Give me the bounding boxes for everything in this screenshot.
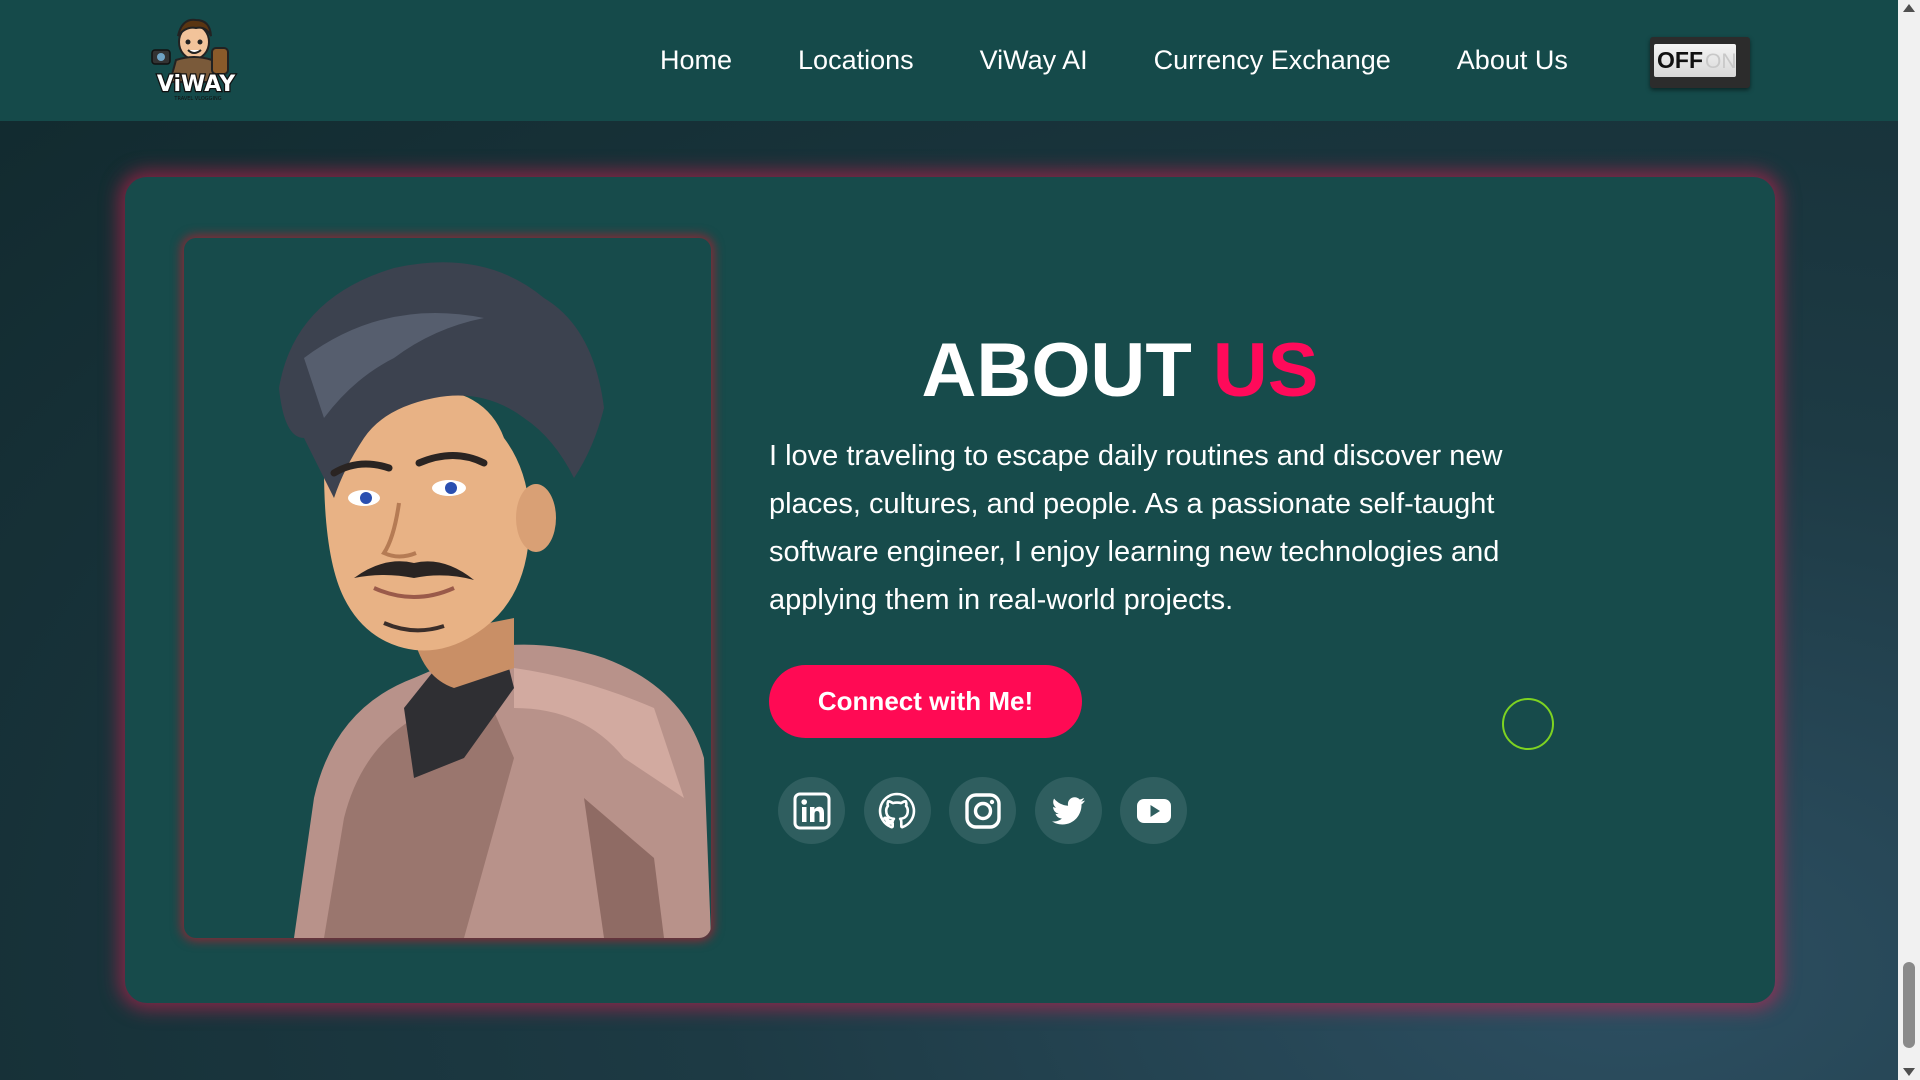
nav-locations[interactable]: Locations bbox=[798, 45, 914, 76]
nav-home[interactable]: Home bbox=[660, 45, 732, 76]
nav-currency-exchange[interactable]: Currency Exchange bbox=[1154, 45, 1391, 76]
toggle-on-label: ON bbox=[1705, 50, 1736, 73]
instagram-icon bbox=[964, 792, 1001, 829]
instagram-button[interactable] bbox=[949, 777, 1016, 844]
scroll-thumb[interactable] bbox=[1903, 962, 1915, 1048]
svg-text:TRAVEL VLOGGING: TRAVEL VLOGGING bbox=[173, 96, 221, 102]
youtube-icon bbox=[1136, 798, 1171, 823]
scroll-down-arrow-icon[interactable] bbox=[1903, 1068, 1915, 1076]
about-title: ABOUT US bbox=[770, 327, 1470, 414]
portrait-frame bbox=[184, 238, 711, 938]
social-links bbox=[778, 777, 1187, 844]
svg-text:ViWAY: ViWAY bbox=[157, 72, 236, 97]
cursor-ring bbox=[1502, 698, 1554, 750]
navbar: ViWAY TRAVEL VLOGGING Home Locations ViW… bbox=[0, 0, 1898, 121]
about-title-main: ABOUT bbox=[921, 328, 1192, 413]
nav-about-us[interactable]: About Us bbox=[1457, 45, 1568, 76]
nav-viway-ai[interactable]: ViWay AI bbox=[980, 45, 1088, 76]
toggle-off-label: OFF bbox=[1657, 47, 1703, 73]
toggle-face: OFFON bbox=[1654, 44, 1736, 77]
github-icon bbox=[878, 792, 916, 828]
page-scrollbar[interactable] bbox=[1898, 0, 1920, 1080]
nav-links: Home Locations ViWay AI Currency Exchang… bbox=[660, 0, 1568, 121]
twitter-icon bbox=[1051, 796, 1085, 824]
scroll-up-arrow-icon[interactable] bbox=[1903, 4, 1915, 12]
portrait-illustration bbox=[279, 262, 711, 938]
about-paragraph: I love traveling to escape daily routine… bbox=[769, 440, 1503, 616]
connect-button[interactable]: Connect with Me! bbox=[769, 665, 1082, 738]
viway-logo[interactable]: ViWAY TRAVEL VLOGGING bbox=[148, 12, 244, 102]
youtube-button[interactable] bbox=[1120, 777, 1187, 844]
about-card: ABOUT US I love traveling to escape dail… bbox=[125, 177, 1775, 1003]
github-button[interactable] bbox=[863, 777, 931, 844]
linkedin-icon bbox=[793, 792, 830, 829]
theme-toggle[interactable]: OFFON bbox=[1650, 37, 1750, 88]
twitter-button[interactable] bbox=[1034, 777, 1102, 844]
about-title-accent: US bbox=[1212, 328, 1319, 413]
linkedin-button[interactable] bbox=[778, 777, 845, 844]
